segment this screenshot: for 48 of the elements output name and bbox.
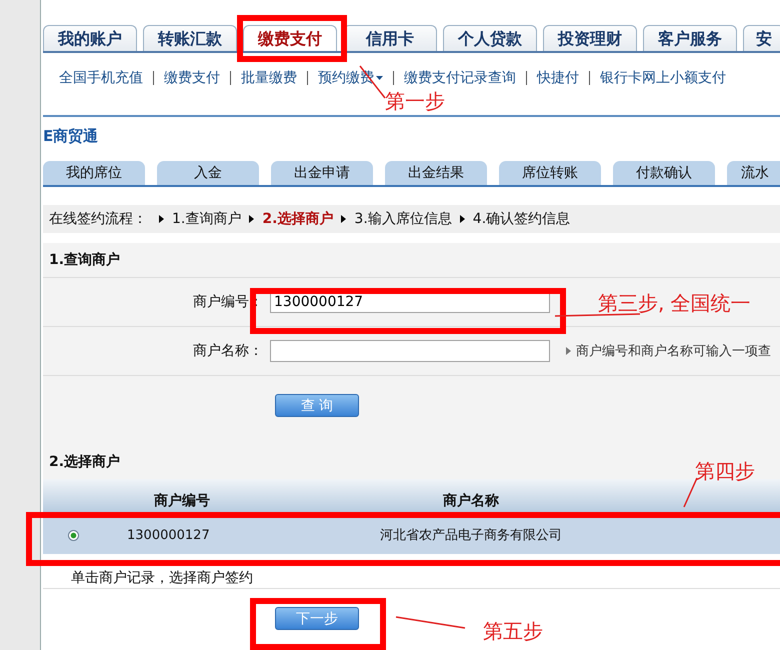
annotation-label: 第一步 [385,88,445,115]
triangle-icon [566,347,571,355]
section-title: E商贸通 [43,127,100,147]
flow-step: 4.确认签约信息 [472,210,570,228]
input-field[interactable] [270,340,550,362]
leader-line [396,616,466,629]
field-label: 商户名称： [192,342,263,360]
sub-tab[interactable]: 入金 [157,161,259,185]
nav-link[interactable]: 缴费支付记录查询 [404,69,516,87]
triangle-icon [460,215,465,223]
sub-tab[interactable]: 我的席位 [43,161,145,185]
panel-heading: 2.选择商户 [48,452,120,472]
nav-tab[interactable]: 我的账户 [43,25,137,51]
nav-link[interactable]: 批量缴费 [241,69,297,87]
sub-tab[interactable]: 付款确认 [613,161,715,185]
triangle-icon [249,215,254,223]
hint-text: 商户编号和商户名称可输入一项查 [576,343,771,360]
sub-tab[interactable]: 流水 [727,161,780,185]
annotation-label: 第五步 [483,618,543,645]
nav-tab[interactable]: 安 [743,25,780,51]
triangle-icon [341,215,346,223]
nav-link[interactable]: 快捷付 [537,69,579,87]
flow-step: 3.输入席位信息 [354,210,452,228]
sub-tab[interactable]: 出金结果 [385,161,487,185]
nav-link[interactable]: 银行卡网上小额支付 [600,69,726,87]
nav-tab[interactable]: 转账汇款 [143,25,237,51]
flow-label: 在线签约流程： [49,210,147,228]
nav-link[interactable]: 缴费支付 [164,69,220,87]
table-row[interactable]: 1300000127 河北省农产品电子商务有限公司 [43,515,780,554]
radio-button[interactable] [68,530,78,540]
nav-tab[interactable]: 个人贷款 [443,25,537,51]
table-cell-text: 河北省农产品电子商务有限公司 [379,527,563,544]
triangle-icon [159,215,164,223]
flow-step: 2.选择商户 [262,210,334,228]
nav-link[interactable]: 全国手机充值 [59,69,143,87]
column-header: 商户名称 [442,492,500,511]
annotation-label: 第四步 [695,458,755,485]
annotation-label: 第三步, 全国统一 [598,290,751,317]
panel-heading: 1.查询商户 [48,250,120,270]
column-header: 商户编号 [153,492,211,511]
sub-tab[interactable]: 席位转账 [499,161,601,185]
nav-tab[interactable]: 客户服务 [643,25,737,51]
sub-tab[interactable]: 出金申请 [271,161,373,185]
nav-tab[interactable]: 投资理财 [543,25,637,51]
nav-tab[interactable]: 缴费支付 [243,25,337,51]
caret-icon [376,76,383,80]
table-cell-text: 1300000127 [126,528,211,542]
flow-step: 1.查询商户 [172,210,242,228]
